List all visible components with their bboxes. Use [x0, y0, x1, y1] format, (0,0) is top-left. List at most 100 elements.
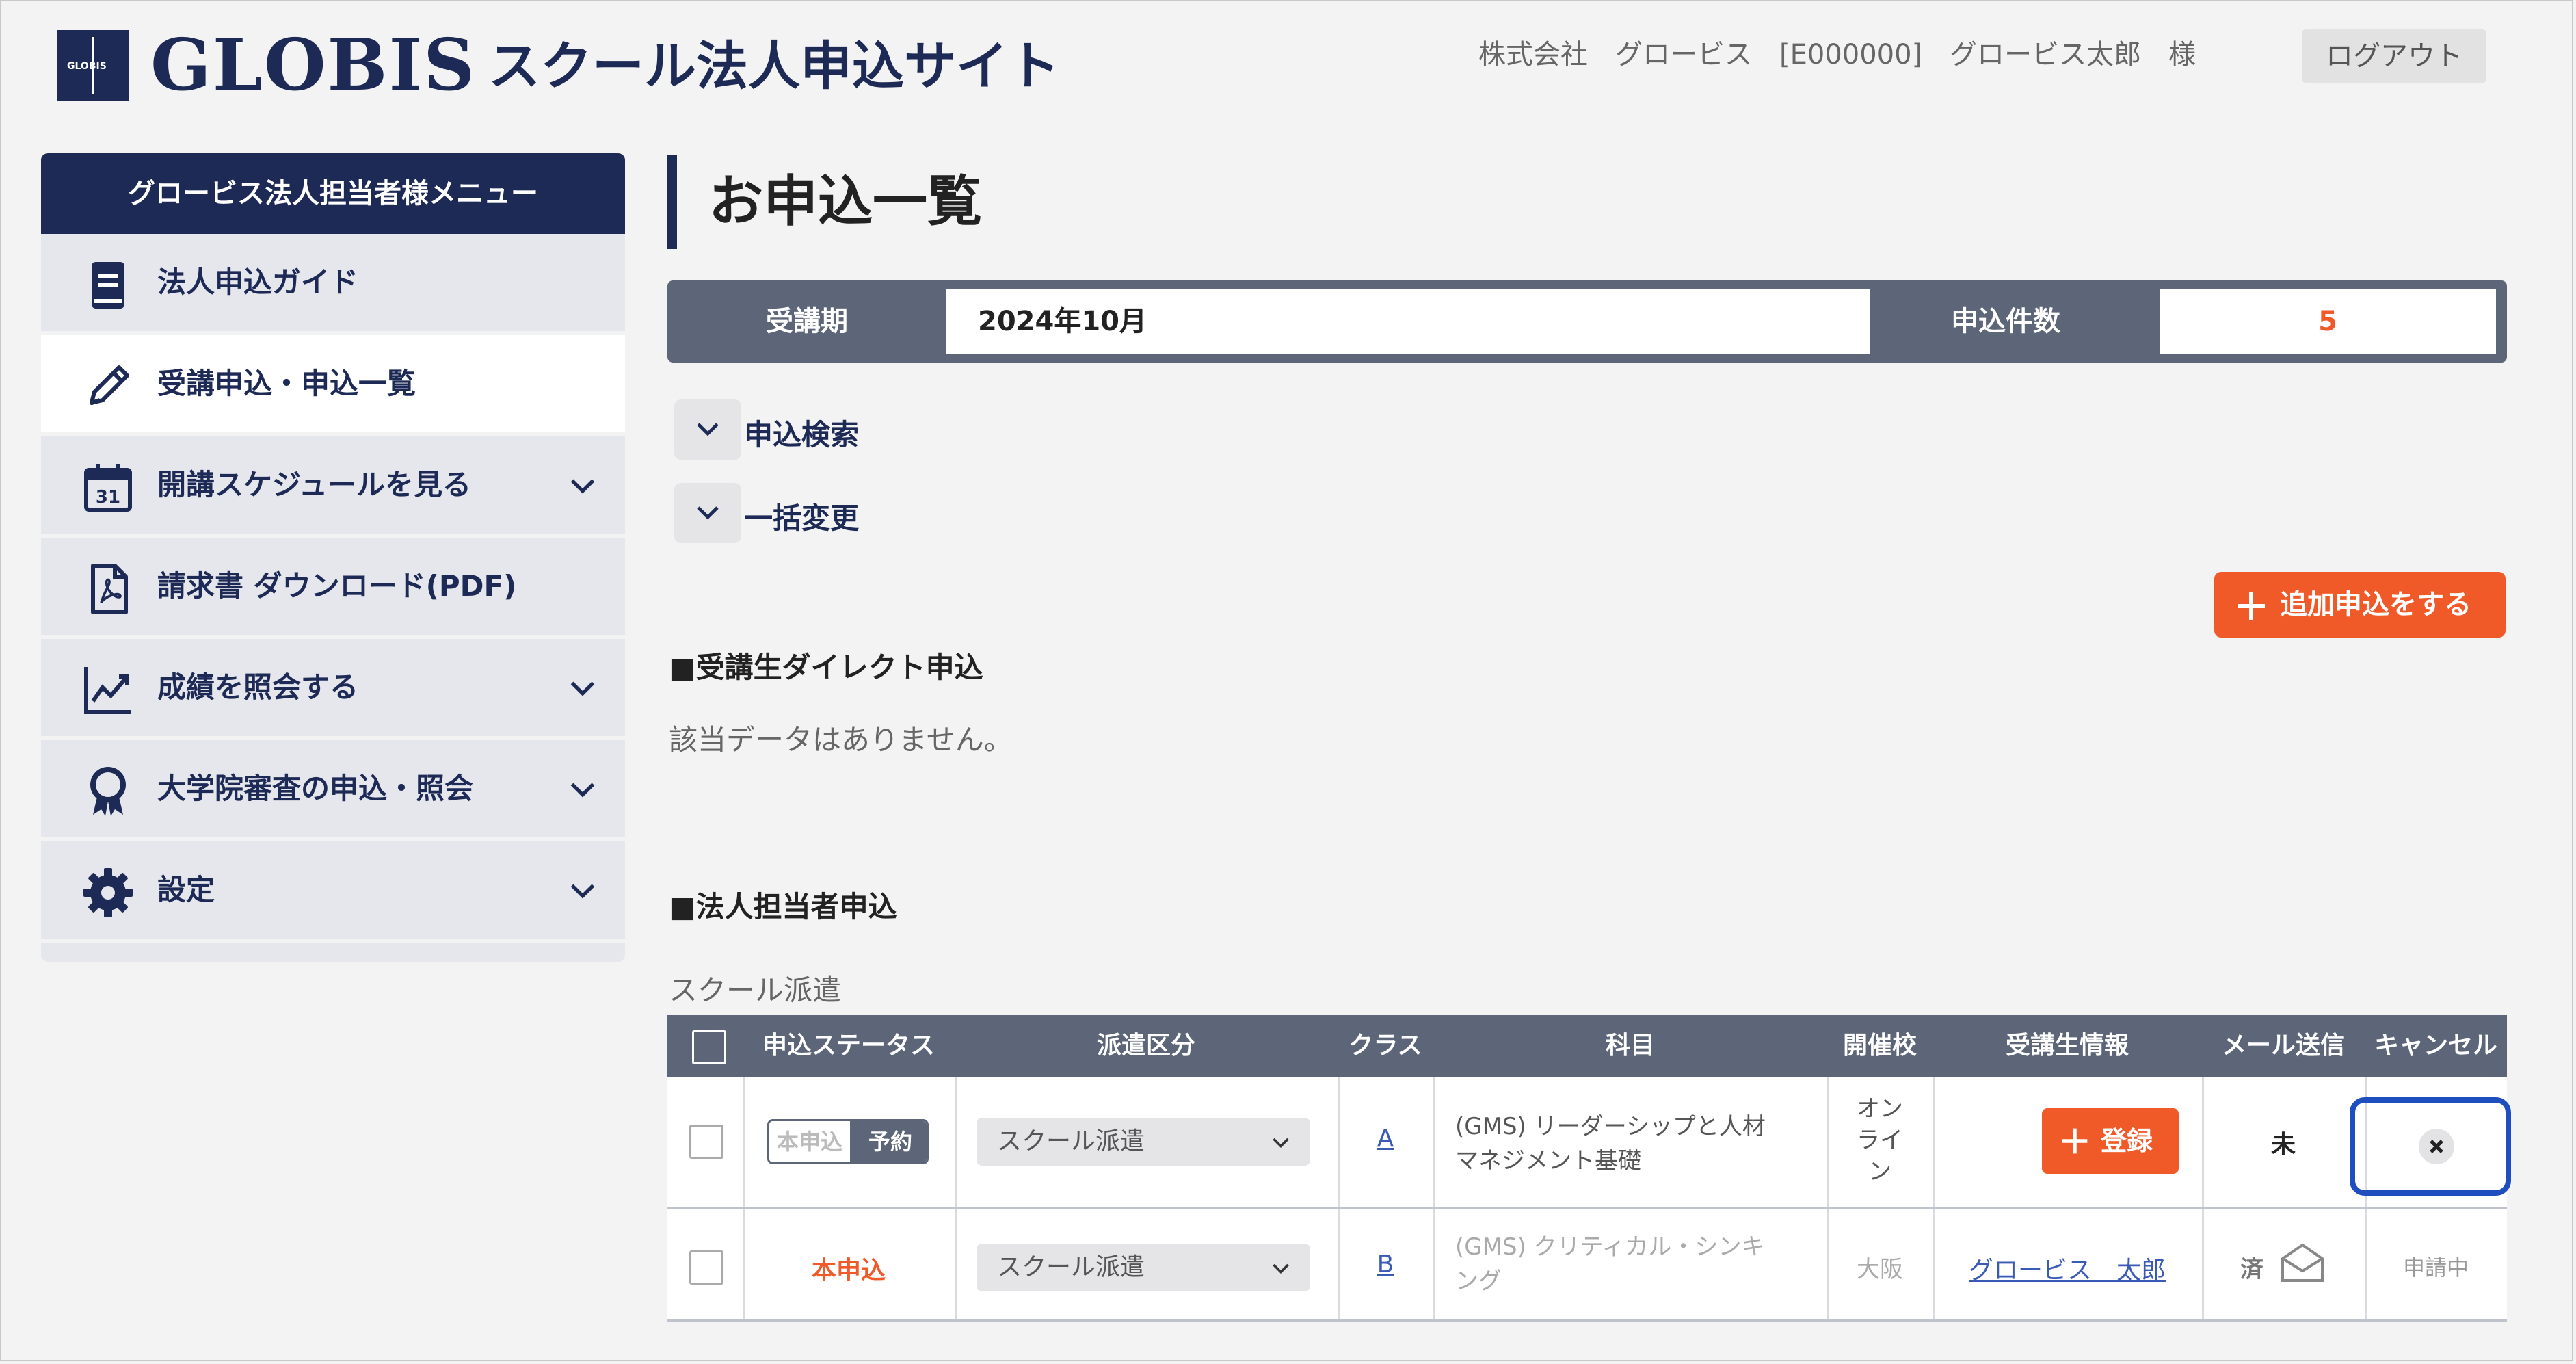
status-toggle[interactable]: 本申込 予約: [767, 1119, 929, 1164]
sidebar-item-label: 法人申込ガイド: [157, 265, 359, 299]
pencil-icon: [90, 365, 129, 405]
site-title: スクール法人申込サイト: [488, 36, 1060, 96]
register-student-button[interactable]: 登録: [2042, 1108, 2179, 1174]
select-all-checkbox[interactable]: [692, 1030, 726, 1064]
subject-line: (GMS) リーダーシップと人材: [1455, 1113, 1766, 1140]
subject-line: マネジメント基礎: [1455, 1147, 1641, 1175]
col-cancel: キャンセル: [2374, 1032, 2497, 1060]
plus-icon: [2062, 1128, 2088, 1154]
col-subject: 科目: [1605, 1032, 1655, 1060]
cancel-button[interactable]: [2419, 1129, 2454, 1164]
sidebar-item-label: 設定: [157, 873, 215, 906]
school-dispatch-label: スクール派遣: [669, 973, 842, 1007]
status-option-main[interactable]: 本申込: [769, 1121, 850, 1162]
app-window: GLOBIS GLOBIS スクール法人申込サイト 株式会社 グロービス [E0…: [0, 0, 2573, 1361]
award-icon: [90, 767, 126, 816]
venue-text: オン ライ ン: [1827, 1093, 1933, 1188]
col-venue: 開催校: [1842, 1032, 1917, 1060]
search-toggle-label[interactable]: 申込検索: [744, 412, 859, 454]
col-mail: メール送信: [2221, 1032, 2345, 1060]
dispatch-select[interactable]: スクール派遣: [977, 1118, 1310, 1166]
sidebar-item-label: 大学院審査の申込・照会: [157, 772, 474, 805]
chevron-down-icon[interactable]: [568, 672, 598, 703]
venue-line: ライ: [1857, 1127, 1903, 1154]
sidebar-item-label: 成績を照会する: [157, 670, 359, 704]
sidebar-item-applications[interactable]: 受講申込・申込一覧: [41, 335, 625, 436]
book-icon: [92, 262, 124, 309]
chevron-down-icon: [697, 423, 719, 436]
sidebar-menu: グロービス法人担当者様メニュー 法人申込ガイド 受講申込・申込一覧 31 開講ス…: [41, 153, 625, 962]
col-dispatch: 派遣区分: [1096, 1032, 1195, 1060]
calendar-day-number: 31: [96, 487, 120, 508]
class-link[interactable]: A: [1338, 1125, 1433, 1153]
sidebar-item-invoice[interactable]: 請求書 ダウンロード(PDF): [41, 538, 625, 639]
sidebar-item-settings[interactable]: 設定: [41, 841, 625, 943]
venue-line: オン: [1857, 1095, 1903, 1123]
globis-logo-mark: GLOBIS: [57, 30, 129, 101]
envelope-open-icon[interactable]: [2279, 1241, 2326, 1285]
mail-status: 未: [2270, 1131, 2296, 1159]
chevron-down-icon[interactable]: [568, 470, 598, 500]
logout-button[interactable]: ログアウト: [2302, 29, 2486, 83]
table-header: 申込ステータス 派遣区分 クラス 科目 開催校 受講生情報 メール送信 キャンセ…: [667, 1015, 2507, 1077]
chevron-down-icon: [1273, 1138, 1289, 1149]
subject-line: ング: [1455, 1268, 1502, 1295]
sidebar-item-label: 請求書 ダウンロード(PDF): [157, 569, 517, 603]
logo-mini-text: GLOBIS: [67, 61, 107, 72]
col-status: 申込ステータス: [762, 1032, 935, 1060]
chevron-down-icon: [1273, 1263, 1289, 1274]
calendar-icon: 31: [84, 464, 132, 512]
bulk-change-expand-button[interactable]: [674, 483, 741, 543]
period-summary-bar: 受講期 2024年10月 申込件数 5: [667, 280, 2507, 363]
add-application-label: 追加申込をする: [2280, 589, 2471, 620]
user-info: 株式会社 グロービス [E000000] グロービス太郎 様: [1478, 39, 2196, 70]
status-text: 本申込: [811, 1257, 886, 1285]
chevron-down-icon: [697, 506, 719, 520]
no-data-message: 該当データはありません。: [669, 723, 1013, 757]
status-option-reserve[interactable]: 予約: [850, 1121, 927, 1162]
register-label: 登録: [2101, 1126, 2153, 1156]
table-row: 本申込 スクール派遣 B (GMS) クリティカル・シンキ ング 大阪 グロービ…: [667, 1209, 2507, 1322]
period-value: 2024年10月: [946, 289, 1870, 354]
dispatch-select-value: スクール派遣: [997, 1253, 1145, 1281]
col-student-info: 受講生情報: [2005, 1032, 2129, 1060]
cancel-status: 申請中: [2402, 1255, 2469, 1281]
period-label: 受講期: [766, 306, 848, 337]
globis-logo-text: GLOBIS: [150, 23, 477, 107]
count-value: 5: [2160, 289, 2496, 354]
sidebar-item-schedule[interactable]: 31 開講スケジュールを見る: [41, 436, 625, 538]
subject-line: (GMS) クリティカル・シンキ: [1455, 1233, 1765, 1261]
chart-icon: [84, 667, 131, 714]
chevron-down-icon[interactable]: [568, 774, 598, 804]
close-icon: [2430, 1140, 2443, 1153]
search-expand-button[interactable]: [674, 399, 741, 460]
sidebar-item-grades[interactable]: 成績を照会する: [41, 639, 625, 740]
row-checkbox[interactable]: [689, 1250, 723, 1285]
dispatch-select[interactable]: スクール派遣: [977, 1244, 1310, 1291]
student-name-link[interactable]: グロービス 太郎: [1933, 1250, 2202, 1286]
sidebar-heading: グロービス法人担当者様メニュー: [41, 153, 625, 234]
pdf-icon: [91, 564, 128, 614]
sidebar-item-guide[interactable]: 法人申込ガイド: [41, 234, 625, 335]
add-application-button[interactable]: 追加申込をする: [2214, 572, 2506, 638]
venue-text: 大阪: [1857, 1256, 1903, 1283]
sidebar-item-graduate-review[interactable]: 大学院審査の申込・照会: [41, 740, 625, 841]
dispatch-select-value: スクール派遣: [997, 1127, 1145, 1155]
gear-icon: [83, 868, 133, 917]
table-row: 本申込 予約 スクール派遣 A (GMS) リーダーシップと人材 マネジメント基…: [667, 1077, 2511, 1209]
subject-text: (GMS) リーダーシップと人材 マネジメント基礎: [1455, 1110, 1766, 1178]
chevron-down-icon[interactable]: [568, 875, 598, 905]
corporate-application-heading: ■法人担当者申込: [669, 890, 897, 923]
mail-status: 済: [2240, 1256, 2263, 1283]
class-link[interactable]: B: [1338, 1250, 1433, 1278]
row-checkbox[interactable]: [689, 1125, 723, 1159]
title-accent-bar: [667, 155, 677, 249]
sidebar-item-label: 受講申込・申込一覧: [157, 367, 416, 400]
direct-application-heading: ■受講生ダイレクト申込: [669, 651, 983, 684]
bulk-change-toggle-label[interactable]: 一括変更: [744, 495, 859, 537]
col-class: クラス: [1349, 1032, 1422, 1060]
count-label: 申込件数: [1951, 306, 2060, 337]
venue-line: ン: [1868, 1158, 1891, 1185]
sidebar-item-label: 開講スケジュールを見る: [157, 468, 472, 501]
plus-icon: [2238, 592, 2265, 620]
